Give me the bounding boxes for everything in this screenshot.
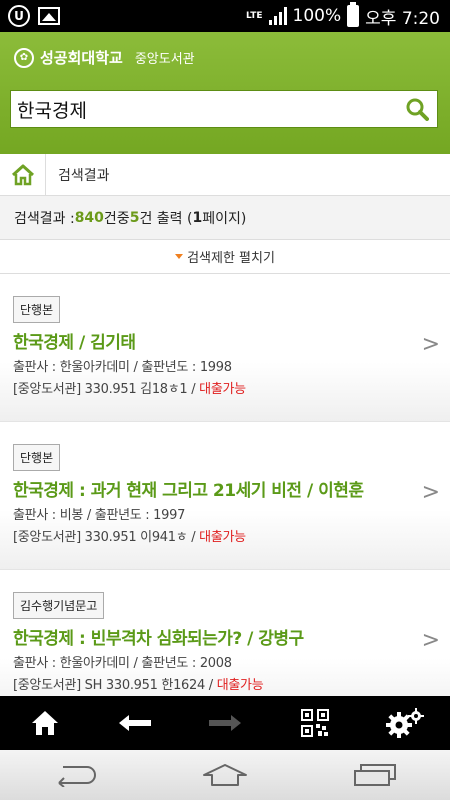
summary-total: 840: [74, 209, 104, 226]
summary-shown-unit: 건 출력 (: [139, 210, 193, 227]
status-bar: U LTE 100% 오후 7:20: [0, 0, 450, 32]
toolbar-home-button[interactable]: [15, 696, 75, 750]
back-icon: [58, 766, 96, 787]
material-type-badge: 김수행기념문고: [13, 592, 105, 619]
search-bar: [10, 90, 438, 128]
lte-indicator: LTE: [245, 10, 263, 21]
chevron-right-icon[interactable]: >: [422, 480, 440, 505]
battery-percent: 100%: [292, 6, 342, 26]
settings-icon: [386, 708, 424, 738]
system-home-button[interactable]: [195, 755, 255, 795]
forward-arrow-icon: [209, 715, 241, 731]
result-list: 단행본 한국경제 / 김기태 출판사 : 한울아카데미 / 출판년도 : 199…: [0, 274, 450, 696]
breadcrumb-current: 검색결과: [58, 167, 110, 184]
result-summary: 검색결과 : 840 건중 5 건 출력 ( 1 페이지): [0, 196, 450, 240]
summary-pages-unit: 페이지): [202, 210, 247, 227]
list-item[interactable]: 김수행기념문고 한국경제 : 빈부격차 심화되는가? / 강병구 출판사 : 한…: [0, 570, 450, 696]
list-item[interactable]: 단행본 한국경제 : 과거 현재 그리고 21세기 비전 / 이현훈 출판사 :…: [0, 422, 450, 570]
result-holding: [중앙도서관] 330.951 김18ㅎ1 / 대출가능: [13, 378, 450, 397]
clock: 오후 7:20: [365, 8, 440, 29]
caret-down-icon: [175, 254, 184, 259]
signal-icon: [268, 7, 287, 25]
u-plus-icon: U: [8, 5, 30, 27]
breadcrumb-home[interactable]: [0, 153, 46, 196]
toolbar-qr-button[interactable]: [285, 696, 345, 750]
search-filter-toggle[interactable]: 검색제한 펼치기: [0, 240, 450, 274]
library-header: ✿ 성공회대학교 중앙도서관: [0, 32, 450, 154]
toolbar-settings-button[interactable]: [375, 696, 435, 750]
recent-apps-icon: [354, 764, 396, 786]
emblem-icon: ✿: [14, 47, 34, 68]
home-icon: [11, 164, 34, 185]
search-input[interactable]: [11, 91, 397, 127]
result-holding: [중앙도서관] 330.951 이941ㅎ / 대출가능: [13, 526, 450, 545]
search-button[interactable]: [397, 91, 437, 127]
availability-status: 대출가능: [199, 382, 246, 397]
breadcrumb: 검색결과: [0, 153, 450, 196]
summary-shown: 5: [129, 209, 140, 226]
home-icon: [203, 764, 247, 786]
library-name: 중앙도서관: [134, 52, 195, 67]
result-publisher: 출판사 : 한울아카데미 / 출판년도 : 2008: [13, 656, 232, 671]
university-logo[interactable]: ✿ 성공회대학교 중앙도서관: [14, 47, 195, 68]
result-holding: [중앙도서관] SH 330.951 한1624 / 대출가능: [13, 674, 450, 693]
material-type-badge: 단행본: [13, 444, 61, 471]
list-item[interactable]: 단행본 한국경제 / 김기태 출판사 : 한울아카데미 / 출판년도 : 199…: [0, 274, 450, 422]
chevron-right-icon[interactable]: >: [422, 332, 440, 357]
university-name: 성공회대학교: [40, 49, 123, 67]
home-icon: [32, 711, 58, 735]
availability-status: 대출가능: [216, 678, 264, 693]
result-title[interactable]: 한국경제 : 과거 현재 그리고 21세기 비전 / 이현훈: [13, 476, 450, 501]
summary-pages: 1: [192, 209, 203, 226]
toolbar-back-button[interactable]: [105, 696, 165, 750]
summary-label: 검색결과 :: [14, 210, 75, 227]
summary-total-unit: 건중: [103, 210, 130, 227]
call-number: [중앙도서관] 330.951 이941ㅎ /: [13, 530, 200, 545]
material-type-badge: 단행본: [13, 296, 61, 323]
system-recent-apps-button[interactable]: [345, 755, 405, 795]
result-publisher: 출판사 : 한울아카데미 / 출판년도 : 1998: [13, 360, 232, 375]
search-icon: [406, 98, 429, 121]
battery-icon: [347, 2, 360, 27]
toolbar-forward-button[interactable]: [195, 696, 255, 750]
call-number: [중앙도서관] 330.951 김18ㅎ1 /: [13, 382, 200, 397]
call-number: [중앙도서관] SH 330.951 한1624 /: [13, 678, 217, 693]
result-title[interactable]: 한국경제 : 빈부격차 심화되는가? / 강병구: [13, 624, 450, 649]
qr-code-icon: [301, 709, 329, 737]
result-publisher: 출판사 : 비봉 / 출판년도 : 1997: [13, 508, 186, 523]
system-nav-bar: [0, 750, 450, 800]
gallery-icon: [38, 7, 60, 25]
chevron-right-icon[interactable]: >: [422, 628, 440, 653]
filter-toggle-label: 검색제한 펼치기: [187, 251, 275, 266]
system-back-button[interactable]: [45, 755, 105, 795]
back-arrow-icon: [119, 715, 151, 731]
availability-status: 대출가능: [199, 530, 246, 545]
app-toolbar: [0, 696, 450, 750]
result-title[interactable]: 한국경제 / 김기태: [13, 328, 450, 353]
